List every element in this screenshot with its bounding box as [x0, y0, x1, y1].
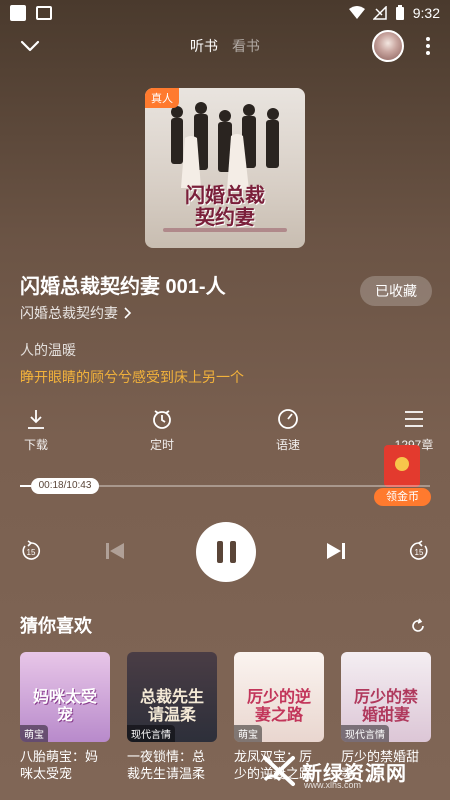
book-link[interactable]: 闪婚总裁契约妻	[20, 303, 132, 323]
no-signal-icon	[372, 6, 387, 20]
tab-listen[interactable]: 听书	[190, 36, 218, 56]
status-time: 9:32	[412, 5, 440, 21]
recommend-cover: 厉少的逆妻之路 萌宝	[234, 652, 324, 742]
tab-read[interactable]: 看书	[232, 36, 260, 56]
recommend-tag: 现代言情	[341, 725, 389, 742]
watermark-url: www.xlhs.com	[304, 780, 362, 790]
notification-icon	[10, 5, 26, 21]
progress-time[interactable]: 00:18/10:43	[31, 478, 99, 494]
recommend-item[interactable]: 妈咪太受宠 萌宝 八胎萌宝：妈咪太受宠	[20, 652, 110, 782]
episode-title: 闪婚总裁契约妻 001-人	[20, 276, 226, 298]
chevron-right-icon	[124, 307, 132, 319]
favorite-button[interactable]: 已收藏	[360, 276, 432, 306]
playback-controls: 15 15	[0, 520, 450, 584]
watermark: 新绿资源网 www.xlhs.com	[262, 750, 442, 792]
next-icon[interactable]	[325, 540, 347, 562]
recommend-cover: 妈咪太受宠 萌宝	[20, 652, 110, 742]
download-button[interactable]: 下载	[6, 408, 66, 453]
status-bar: 9:32	[0, 0, 450, 26]
pause-button[interactable]	[196, 522, 256, 582]
avatar[interactable]	[372, 30, 404, 62]
book-name: 闪婚总裁契约妻	[20, 305, 118, 321]
svg-text:15: 15	[415, 548, 424, 557]
timer-button[interactable]: 定时	[132, 408, 192, 453]
speed-icon	[278, 409, 298, 429]
recommend-tag: 现代言情	[127, 725, 175, 742]
action-row: 下载 定时 语速 1297章	[0, 408, 450, 458]
progress-fill	[20, 485, 32, 487]
timer-icon	[153, 410, 171, 429]
cover-subtitle-bar	[163, 228, 287, 232]
image-icon	[36, 6, 52, 20]
speed-button[interactable]: 语速	[258, 408, 318, 453]
recommend-cover: 总裁先生请温柔 现代言情	[127, 652, 217, 742]
watermark-logo	[263, 756, 295, 786]
recommend-item[interactable]: 总裁先生请温柔 现代言情 一夜锁情：总裁先生请温柔	[127, 652, 217, 782]
cover-badge: 真人	[145, 88, 179, 108]
more-icon[interactable]	[420, 34, 436, 58]
top-bar: 听书 看书	[0, 30, 450, 64]
forward-15-icon[interactable]: 15	[408, 540, 430, 562]
description-line-1: 人的温暖	[20, 342, 76, 358]
refresh-icon[interactable]	[410, 618, 426, 634]
rewind-15-icon[interactable]: 15	[20, 540, 42, 562]
cover-title: 闪婚总裁 契约妻	[185, 183, 265, 229]
red-packet-icon[interactable]	[384, 445, 420, 487]
battery-icon	[395, 5, 404, 20]
download-icon	[28, 410, 44, 429]
description-line-2: 睁开眼睛的顾兮兮感受到床上另一个	[20, 369, 244, 385]
claim-coins-button[interactable]: 领金币	[374, 488, 431, 506]
chapter-list-icon	[405, 411, 423, 427]
recommend-cover: 厉少的禁婚甜妻 现代言情	[341, 652, 431, 742]
recommend-title: 八胎萌宝：妈咪太受宠	[20, 749, 99, 781]
book-cover: 真人 闪婚总裁 契约妻	[145, 88, 305, 248]
recommend-title: 一夜锁情：总裁先生请温柔	[127, 749, 206, 781]
previous-icon[interactable]	[104, 540, 126, 562]
cover-illustration	[171, 102, 279, 190]
recommend-header: 猜你喜欢	[20, 616, 92, 636]
svg-text:15: 15	[27, 548, 36, 557]
wifi-icon	[348, 6, 365, 19]
recommend-tag: 萌宝	[234, 725, 262, 742]
recommend-tag: 萌宝	[20, 725, 48, 742]
